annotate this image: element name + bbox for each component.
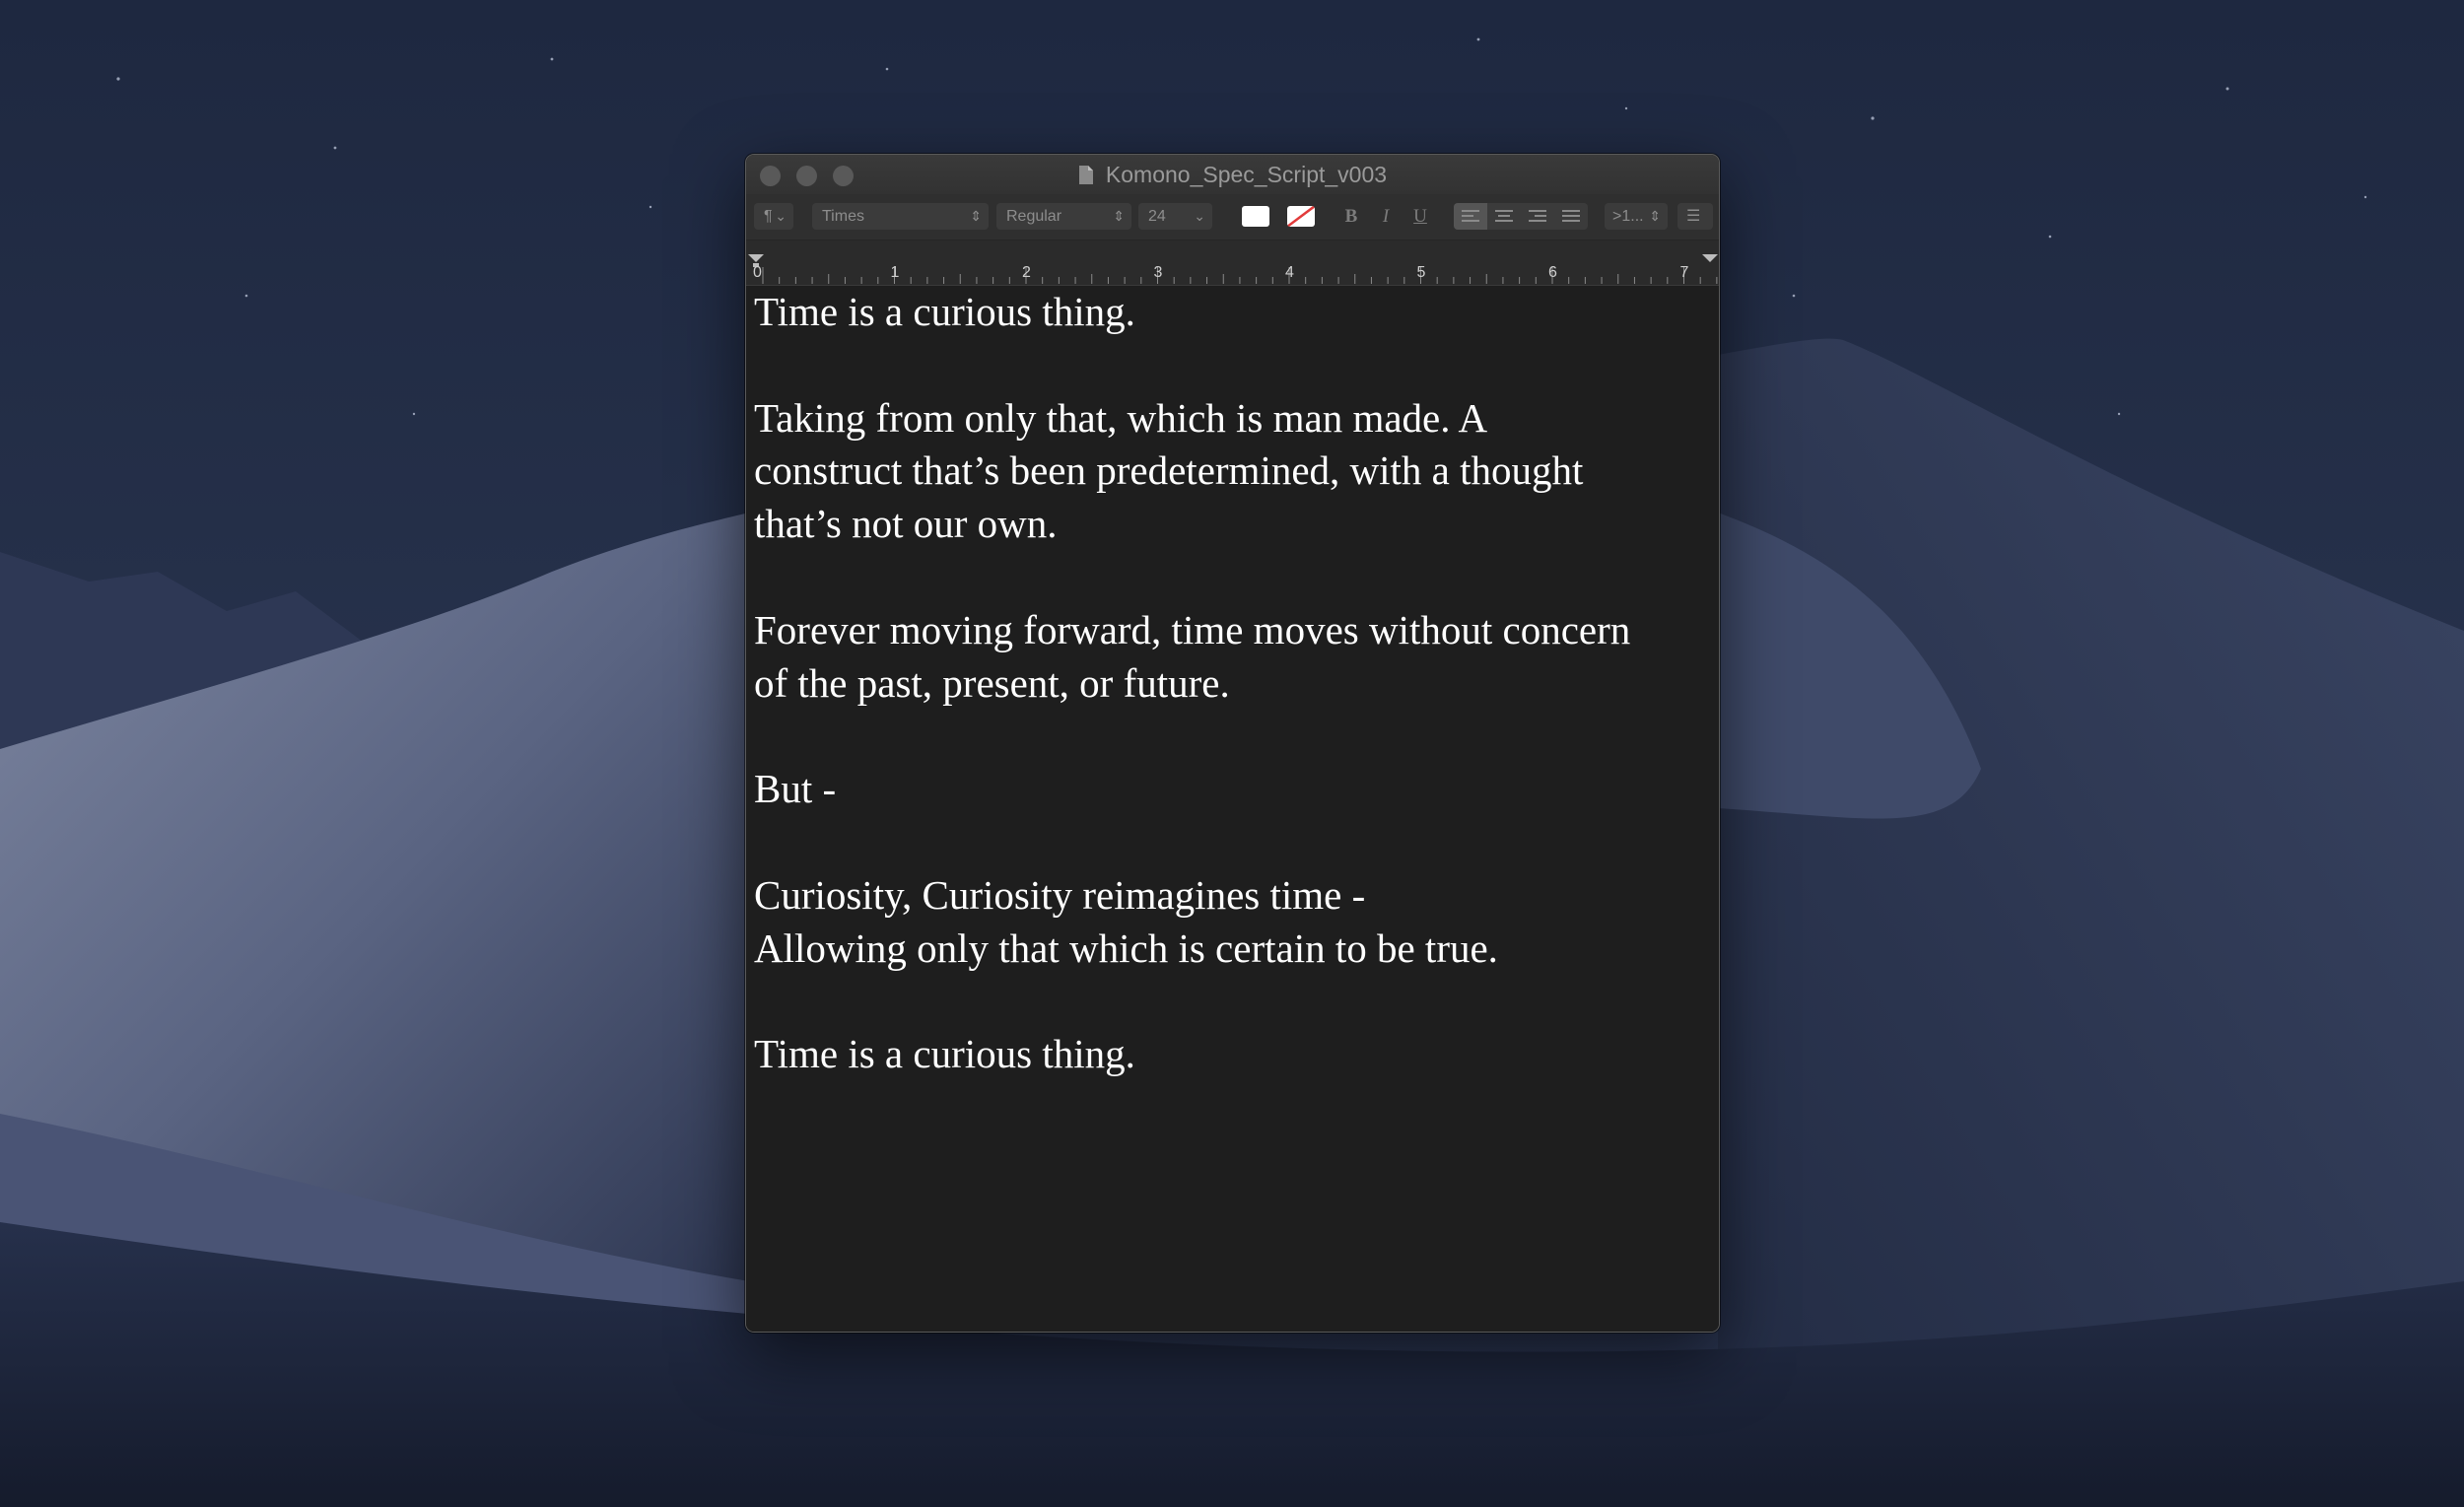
- font-family-label: Times: [822, 208, 864, 225]
- ruler-number: 1: [890, 264, 900, 281]
- list-icon: ☰: [1686, 208, 1701, 225]
- line-spacing-popup[interactable]: >1... ⇕: [1605, 203, 1668, 230]
- window-title-group: Komono_Spec_Script_v003: [746, 155, 1719, 194]
- right-indent-marker[interactable]: [1702, 254, 1718, 262]
- font-style-label: Regular: [1006, 208, 1062, 225]
- bold-button[interactable]: B: [1336, 203, 1366, 230]
- document-text-line: Time is a curious thing.: [754, 1031, 1135, 1077]
- alignment-control: [1454, 203, 1588, 230]
- document-text-line: Taking from only that, which is man made…: [754, 394, 1488, 441]
- font-family-popup[interactable]: Times ⇕: [812, 203, 989, 230]
- highlight-color-well[interactable]: [1287, 206, 1315, 227]
- up-down-arrows-icon: ⇕: [970, 208, 982, 224]
- font-size-label: 24: [1148, 208, 1166, 225]
- font-style-popup[interactable]: Regular ⇕: [996, 203, 1131, 230]
- underline-button[interactable]: U: [1405, 203, 1435, 230]
- font-size-combo[interactable]: 24 ⌄: [1138, 203, 1212, 230]
- up-down-arrows-icon: ⇕: [1649, 208, 1661, 224]
- document-text-area[interactable]: Time is a curious thing. Taking from only…: [746, 286, 1719, 1332]
- paragraph-styles-popup[interactable]: ¶ ⌄: [754, 203, 793, 230]
- ruler-number: 6: [1548, 264, 1557, 281]
- document-text-line: of the past, present, or future.: [754, 659, 1230, 706]
- ruler-number: 7: [1679, 264, 1689, 281]
- chevron-down-icon: ⌄: [775, 208, 787, 224]
- document-text-line: construct that’s been predetermined, wit…: [754, 447, 1584, 494]
- ruler-number: 2: [1022, 264, 1031, 281]
- document-icon: [1078, 165, 1093, 184]
- ruler-number: 0: [753, 264, 762, 281]
- align-center-button[interactable]: [1487, 203, 1521, 230]
- first-line-indent-marker[interactable]: [748, 254, 764, 262]
- align-left-button[interactable]: [1454, 203, 1487, 230]
- up-down-arrows-icon: ⇕: [1113, 208, 1125, 224]
- ruler[interactable]: 0 1 2 3 4 5 6 7: [746, 240, 1719, 286]
- chevron-down-icon: ⌄: [1194, 208, 1205, 224]
- document-text-line: that’s not our own.: [754, 501, 1058, 547]
- document-text-line: But -: [754, 766, 837, 812]
- align-justify-button[interactable]: [1554, 203, 1588, 230]
- window-titlebar[interactable]: Komono_Spec_Script_v003: [746, 155, 1719, 194]
- document-text-line: Forever moving forward, time moves witho…: [754, 606, 1631, 652]
- ruler-number: 4: [1285, 264, 1294, 281]
- ruler-number: 3: [1153, 264, 1163, 281]
- list-bullets-popup[interactable]: ☰: [1677, 203, 1713, 230]
- document-text-line: Time is a curious thing.: [754, 289, 1135, 334]
- no-color-slash-icon: [1287, 206, 1315, 227]
- align-right-button[interactable]: [1521, 203, 1554, 230]
- document-text-line: Allowing only that which is certain to b…: [754, 925, 1498, 971]
- ruler-number: 5: [1416, 264, 1426, 281]
- format-toolbar: ¶ ⌄ Times ⇕ Regular ⇕ 24 ⌄ B I U >1... ⇕…: [746, 194, 1719, 240]
- text-color-well[interactable]: [1242, 206, 1269, 227]
- window-title: Komono_Spec_Script_v003: [1105, 161, 1388, 187]
- line-spacing-label: >1...: [1612, 208, 1644, 225]
- paragraph-style-label: ¶: [764, 208, 773, 225]
- textedit-window: Komono_Spec_Script_v003 ¶ ⌄ Times ⇕ Regu…: [745, 154, 1720, 1333]
- italic-button[interactable]: I: [1371, 203, 1401, 230]
- document-text-line: Curiosity, Curiosity reimagines time -: [754, 871, 1366, 918]
